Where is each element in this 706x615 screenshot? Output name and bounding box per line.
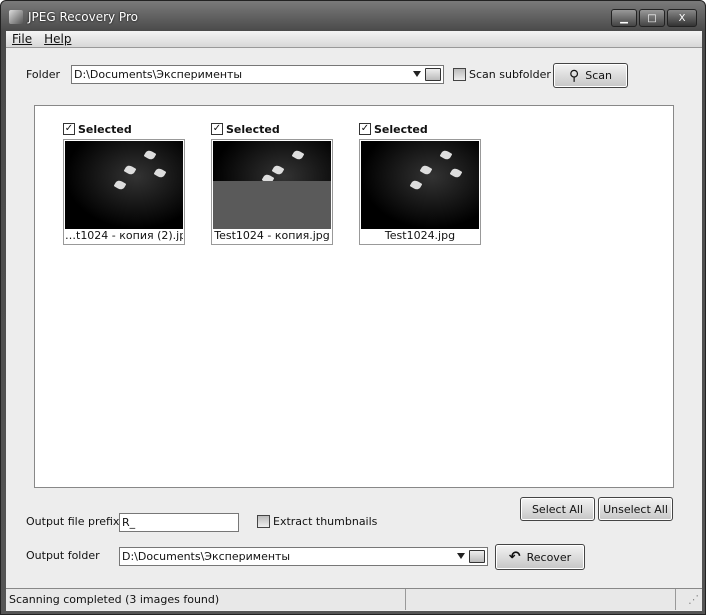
folder-combo[interactable]: D:\Documents\Эксперименты <box>71 65 444 84</box>
thumbnail-filename: …t1024 - копия (2).jpg <box>65 229 183 242</box>
thumbnail-filename: Test1024 - копия.jpg <box>214 229 330 242</box>
thumbnail-panel: ✓ Selected …t1024 - копия (2).jpg ✓ Select… <box>34 105 674 488</box>
status-text: Scanning completed (3 images found) <box>6 589 406 610</box>
recover-label: Recover <box>526 550 572 564</box>
dropdown-arrow-icon[interactable] <box>457 553 465 559</box>
window-title: JPEG Recovery Pro <box>28 10 138 24</box>
selected-label: Selected <box>226 122 280 136</box>
thumbnail-image <box>65 141 183 229</box>
thumbnail-filename: Test1024.jpg <box>384 229 456 242</box>
folder-value: D:\Documents\Эксперименты <box>74 68 243 81</box>
thumbnail-item[interactable]: ✓ Selected …t1024 - копия (2).jpg <box>63 122 185 245</box>
minimize-button[interactable]: ▁ <box>611 9 637 27</box>
maximize-button[interactable]: □ <box>639 9 665 27</box>
prefix-label: Output file prefix <box>26 515 120 528</box>
browse-folder-icon[interactable] <box>425 68 441 81</box>
menu-bar: File Help <box>6 31 702 48</box>
selected-checkbox[interactable]: ✓ <box>211 123 223 135</box>
menu-file[interactable]: File <box>12 32 32 46</box>
prefix-value: R_ <box>122 516 136 529</box>
output-folder-value: D:\Documents\Эксперименты <box>122 550 291 563</box>
selected-checkbox[interactable]: ✓ <box>359 123 371 135</box>
recover-button[interactable]: ↶ Recover <box>495 544 585 570</box>
thumbnail-item[interactable]: ✓ Selected Test1024.jpg <box>359 122 481 245</box>
browse-folder-icon[interactable] <box>469 550 485 563</box>
thumbnail-image <box>361 141 479 229</box>
selected-label: Selected <box>374 122 428 136</box>
scan-label: Scan <box>585 69 612 82</box>
thumbnail-image <box>213 141 331 229</box>
magnifier-icon: ⚲ <box>568 67 580 84</box>
status-bar: Scanning completed (3 images found) ⋰ <box>6 588 702 610</box>
unselect-all-button[interactable]: Unselect All <box>598 497 673 521</box>
prefix-input[interactable]: R_ <box>119 513 239 532</box>
scan-button[interactable]: ⚲ Scan <box>553 63 628 88</box>
recover-icon: ↶ <box>508 549 521 565</box>
menu-help[interactable]: Help <box>44 32 71 46</box>
extract-thumbnails-label: Extract thumbnails <box>273 515 378 528</box>
selected-checkbox[interactable]: ✓ <box>63 123 75 135</box>
select-all-button[interactable]: Select All <box>520 497 595 521</box>
folder-label: Folder <box>26 68 60 81</box>
title-bar: JPEG Recovery Pro <box>9 6 138 28</box>
scan-subfolder-label: Scan subfolder <box>469 68 551 81</box>
app-window: JPEG Recovery Pro ▁ □ X File Help Folder… <box>0 0 706 615</box>
close-button[interactable]: X <box>667 9 697 27</box>
resize-grip-icon[interactable]: ⋰ <box>676 589 702 610</box>
status-segment <box>406 589 676 610</box>
output-folder-combo[interactable]: D:\Documents\Эксперименты <box>119 547 488 566</box>
thumbnail-item[interactable]: ✓ Selected Test1024 - копия.jpg <box>211 122 333 245</box>
output-folder-label: Output folder <box>26 549 100 562</box>
scan-subfolder-checkbox[interactable] <box>453 68 466 81</box>
selected-label: Selected <box>78 122 132 136</box>
extract-thumbnails-checkbox[interactable] <box>257 515 270 528</box>
app-icon <box>9 10 23 24</box>
dropdown-arrow-icon[interactable] <box>413 71 421 77</box>
